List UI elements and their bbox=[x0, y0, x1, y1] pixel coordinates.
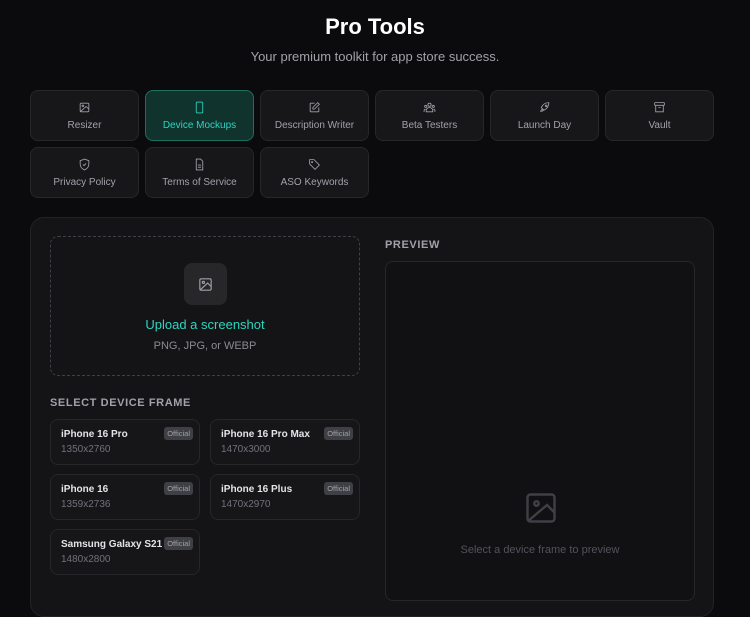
phone-icon bbox=[193, 101, 206, 114]
tool-terms-of-service[interactable]: Terms of Service bbox=[145, 147, 254, 198]
official-badge: Official bbox=[164, 427, 193, 440]
tool-privacy-policy[interactable]: Privacy Policy bbox=[30, 147, 139, 198]
tool-label: Vault bbox=[648, 120, 670, 131]
tool-label: Resizer bbox=[68, 120, 102, 131]
tool-resizer[interactable]: Resizer bbox=[30, 90, 139, 141]
tool-label: Beta Testers bbox=[402, 120, 457, 131]
upload-hint: PNG, JPG, or WEBP bbox=[154, 340, 257, 352]
device-card-iphone-16[interactable]: iPhone 161359x2736Official bbox=[50, 474, 200, 520]
file-text-icon bbox=[193, 158, 206, 171]
device-section-title: SELECT DEVICE FRAME bbox=[50, 397, 191, 409]
tool-beta-testers[interactable]: Beta Testers bbox=[375, 90, 484, 141]
shield-check-icon bbox=[78, 158, 91, 171]
users-icon bbox=[423, 101, 436, 114]
edit-icon bbox=[308, 101, 321, 114]
device-card-iphone-16-pro[interactable]: iPhone 16 Pro1350x2760Official bbox=[50, 419, 200, 465]
tool-launch-day[interactable]: Launch Day bbox=[490, 90, 599, 141]
device-mockups-panel: Upload a screenshot PNG, JPG, or WEBP SE… bbox=[30, 217, 714, 617]
upload-dropzone[interactable]: Upload a screenshot PNG, JPG, or WEBP bbox=[50, 236, 360, 376]
upload-image-icon bbox=[184, 263, 227, 305]
device-card-iphone-16-plus[interactable]: iPhone 16 Plus1470x2970Official bbox=[210, 474, 360, 520]
device-card-iphone-16-pro-max[interactable]: iPhone 16 Pro Max1470x3000Official bbox=[210, 419, 360, 465]
device-card-samsung-galaxy-s21[interactable]: Samsung Galaxy S211480x2800Official bbox=[50, 529, 200, 575]
tool-label: Description Writer bbox=[275, 120, 354, 131]
device-size: 1470x2970 bbox=[221, 499, 349, 510]
rocket-icon bbox=[538, 101, 551, 114]
official-badge: Official bbox=[164, 537, 193, 550]
page-subtitle: Your premium toolkit for app store succe… bbox=[0, 49, 750, 64]
preview-image-icon bbox=[523, 490, 559, 526]
page-title: Pro Tools bbox=[0, 14, 750, 40]
tool-aso-keywords[interactable]: ASO Keywords bbox=[260, 147, 369, 198]
device-size: 1350x2760 bbox=[61, 444, 189, 455]
tool-device-mockups[interactable]: Device Mockups bbox=[145, 90, 254, 141]
tool-description-writer[interactable]: Description Writer bbox=[260, 90, 369, 141]
official-badge: Official bbox=[324, 427, 353, 440]
device-size: 1470x3000 bbox=[221, 444, 349, 455]
archive-icon bbox=[653, 101, 666, 114]
device-size: 1359x2736 bbox=[61, 499, 189, 510]
preview-area: Select a device frame to preview bbox=[385, 261, 695, 601]
preview-title: PREVIEW bbox=[385, 239, 440, 251]
tool-label: Launch Day bbox=[518, 120, 571, 131]
tool-label: ASO Keywords bbox=[281, 177, 349, 188]
tool-label: Terms of Service bbox=[162, 177, 236, 188]
upload-title[interactable]: Upload a screenshot bbox=[145, 317, 264, 332]
official-badge: Official bbox=[324, 482, 353, 495]
preview-empty-text: Select a device frame to preview bbox=[386, 544, 694, 556]
tag-icon bbox=[308, 158, 321, 171]
tool-label: Privacy Policy bbox=[53, 177, 115, 188]
tool-label: Device Mockups bbox=[163, 120, 236, 131]
tool-grid: Resizer Device Mockups Description Write… bbox=[30, 90, 715, 198]
image-icon bbox=[78, 101, 91, 114]
device-size: 1480x2800 bbox=[61, 554, 189, 565]
official-badge: Official bbox=[164, 482, 193, 495]
tool-vault[interactable]: Vault bbox=[605, 90, 714, 141]
